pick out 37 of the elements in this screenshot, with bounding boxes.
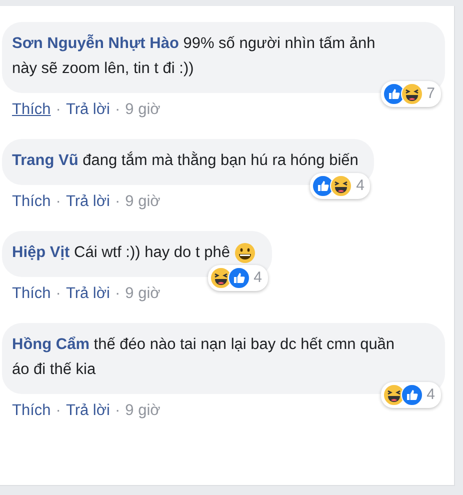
timestamp: 9 giờ xyxy=(125,402,160,420)
reply-link[interactable]: Trả lời xyxy=(66,101,110,119)
author-name[interactable]: Trang Vũ xyxy=(12,152,78,169)
grinning-face-icon xyxy=(234,242,256,264)
reaction-count: 7 xyxy=(426,85,435,103)
timestamp: 9 giờ xyxy=(125,101,160,119)
author-name[interactable]: Sơn Nguyễn Nhựt Hào xyxy=(12,35,179,52)
timestamp: 9 giờ xyxy=(125,193,160,211)
separator-dot: · xyxy=(56,402,61,420)
comment-text: Trang Vũ đang tắm mà thằng bạn hú ra hóng biến xyxy=(12,150,358,171)
like-link[interactable]: Thích xyxy=(12,193,51,211)
author-name[interactable]: Hồng Cẩm xyxy=(12,336,90,353)
laughing-face-icon xyxy=(330,175,352,197)
separator-dot: · xyxy=(114,193,120,211)
comment-text: Hồng Cẩm thế đéo nào tai nạn lại bay dc hết cmn quần áo đi thế kia xyxy=(12,335,396,380)
reaction-count: 4 xyxy=(426,386,435,404)
like-icon xyxy=(228,267,250,289)
like-link[interactable]: Thích xyxy=(12,402,51,420)
separator-dot: · xyxy=(114,101,120,119)
author-name[interactable]: Hiệp Vịt xyxy=(12,244,70,261)
separator-dot: · xyxy=(56,285,61,303)
comment-text: Sơn Nguyễn Nhựt Hào 99% số người nhìn tấm ảnh này sẽ zoom lên, tin t đi :)) xyxy=(12,33,376,79)
reply-link[interactable]: Trả lời xyxy=(66,285,110,303)
reaction-count: 4 xyxy=(254,269,262,287)
separator-dot: · xyxy=(114,285,120,303)
reaction-count: 4 xyxy=(356,177,364,195)
like-link[interactable]: Thích xyxy=(12,285,51,303)
like-icon xyxy=(400,384,423,406)
reply-link[interactable]: Trả lời xyxy=(66,193,110,211)
separator-dot: · xyxy=(114,402,120,420)
timestamp: 9 giờ xyxy=(125,285,160,303)
reply-link[interactable]: Trả lời xyxy=(66,402,110,420)
separator-dot: · xyxy=(56,101,61,119)
laughing-face-icon xyxy=(400,83,423,105)
comment-text: Hiệp Vịt Cái wtf :)) hay do t phê xyxy=(12,243,230,263)
separator-dot: · xyxy=(56,193,61,211)
like-link[interactable]: Thích xyxy=(12,101,51,119)
